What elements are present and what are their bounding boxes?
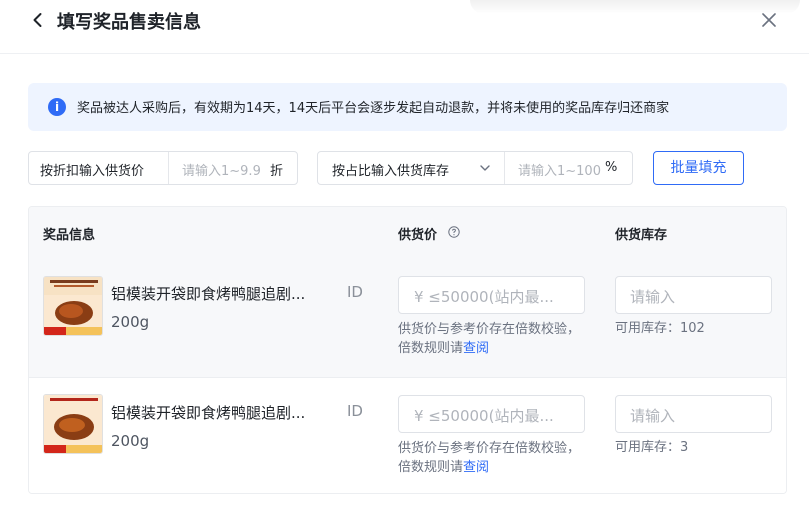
supply-price-input[interactable]: ¥ ≤50000(站内最... [398, 395, 585, 433]
table-header: 奖品信息 供货价 供货库存 [29, 207, 786, 259]
supply-price-placeholder: ¥ ≤50000(站内最... [414, 407, 554, 425]
supply-price-input[interactable]: ¥ ≤50000(站内最... [398, 276, 585, 314]
table-row: 铝模装开袋即食烤鸭腿追剧... ID 200g ¥ ≤50000(站内最... … [29, 377, 786, 493]
supply-stock-input[interactable]: 请输入 [615, 276, 772, 314]
ratio-unit: % [605, 160, 618, 175]
chevron-down-icon[interactable] [479, 162, 491, 174]
discount-mode-label: 按折扣输入供货价 [40, 164, 145, 179]
close-icon[interactable] [758, 9, 780, 31]
price-tip: 供货价与参考价存在倍数校验，倍数规则请查阅 [398, 320, 588, 358]
ratio-input[interactable]: 请输入1~100 [518, 160, 601, 179]
help-icon[interactable] [448, 226, 460, 238]
notice-text: 奖品被达人采购后，有效期为14天，14天后平台会逐步发起自动退款，并将未使用的奖… [77, 101, 670, 116]
product-name: 铝模装开袋即食烤鸭腿追剧... [111, 404, 306, 422]
discount-input[interactable]: 请输入1~9.9 [182, 160, 261, 179]
product-table: 奖品信息 供货价 供货库存 铝模装开袋即食烤鸭腿追剧... ID 200g ¥ … [28, 206, 787, 494]
supply-stock-placeholder: 请输入 [630, 288, 676, 306]
discount-unit: 折 [270, 164, 284, 179]
product-thumbnail [43, 276, 103, 336]
page-title: 填写奖品售卖信息 [57, 12, 201, 33]
price-tip: 供货价与参考价存在倍数校验，倍数规则请查阅 [398, 439, 588, 477]
divider [168, 152, 169, 184]
column-header-stock: 供货库存 [615, 228, 668, 243]
divider [504, 152, 505, 184]
supply-price-placeholder: ¥ ≤50000(站内最... [414, 288, 554, 306]
column-header-price: 供货价 [398, 228, 438, 243]
product-thumbnail [43, 394, 103, 454]
supply-stock-placeholder: 请输入 [630, 407, 676, 425]
header-shadow [470, 0, 800, 14]
table-row: 铝模装开袋即食烤鸭腿追剧... ID 200g ¥ ≤50000(站内最... … [29, 259, 786, 377]
dialog-header: 填写奖品售卖信息 [0, 0, 809, 54]
batch-fill-button[interactable]: 批量填充 [653, 151, 744, 185]
back-arrow-icon[interactable] [28, 10, 48, 30]
available-stock: 可用库存：3 [615, 440, 689, 455]
product-spec: 200g [111, 313, 150, 331]
product-name: 铝模装开袋即食烤鸭腿追剧... [111, 285, 306, 303]
rule-link[interactable]: 查阅 [463, 341, 489, 356]
product-id-label: ID [347, 283, 363, 301]
available-stock: 可用库存：102 [615, 321, 705, 336]
info-icon: i [48, 98, 66, 116]
product-id-label: ID [347, 402, 363, 420]
notice-banner: i 奖品被达人采购后，有效期为14天，14天后平台会逐步发起自动退款，并将未使用… [28, 83, 787, 131]
discount-price-control: 按折扣输入供货价 请输入1~9.9 折 [28, 151, 298, 185]
column-header-product: 奖品信息 [43, 228, 96, 243]
product-spec: 200g [111, 432, 150, 450]
ratio-mode-select[interactable]: 按占比输入供货库存 [332, 160, 449, 179]
supply-stock-input[interactable]: 请输入 [615, 395, 772, 433]
rule-link[interactable]: 查阅 [463, 460, 489, 475]
stock-ratio-control: 按占比输入供货库存 请输入1~100 % [317, 151, 633, 185]
